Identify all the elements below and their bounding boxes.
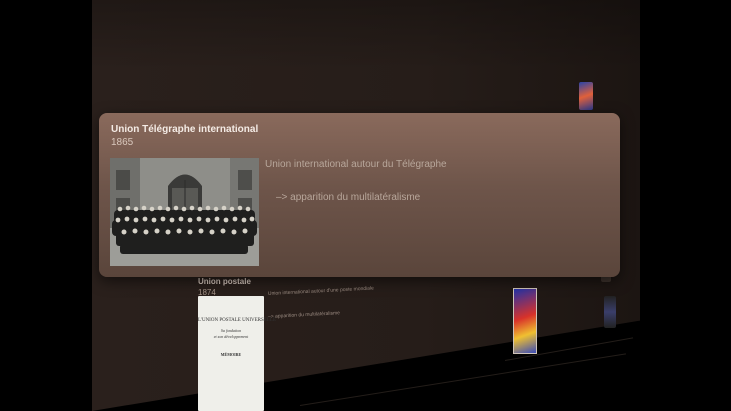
event-description: Union international autour du Télégraphe xyxy=(265,159,447,170)
document-label: MÉMOIRE xyxy=(220,352,242,357)
event-year: 1865 xyxy=(111,137,134,148)
event-title: Union Télégraphe international xyxy=(111,124,259,135)
background-event-title: Union postale xyxy=(198,277,251,286)
wall-shadow xyxy=(92,0,640,70)
event-card[interactable]: Union Télégraphe international 1865 Unio… xyxy=(99,113,620,277)
distant-event-thumbnail[interactable] xyxy=(604,296,616,328)
background-event-poster[interactable] xyxy=(513,288,537,354)
background-event-document[interactable]: L'UNION POSTALE UNIVERSELLE Sa fondation… xyxy=(198,296,276,411)
event-note: –> apparition du multilatéralisme xyxy=(276,192,421,203)
distant-event-thumbnail[interactable] xyxy=(579,82,593,110)
event-photo[interactable] xyxy=(110,158,259,266)
document-subtitle: et son développement xyxy=(213,334,249,339)
document-heading: L'UNION POSTALE UNIVERSELLE xyxy=(198,318,276,323)
timeline-viewport[interactable]: Union postale 1874 L'UNION POSTALE UNIVE… xyxy=(0,0,731,411)
document-subtitle: Sa fondation xyxy=(220,328,242,333)
